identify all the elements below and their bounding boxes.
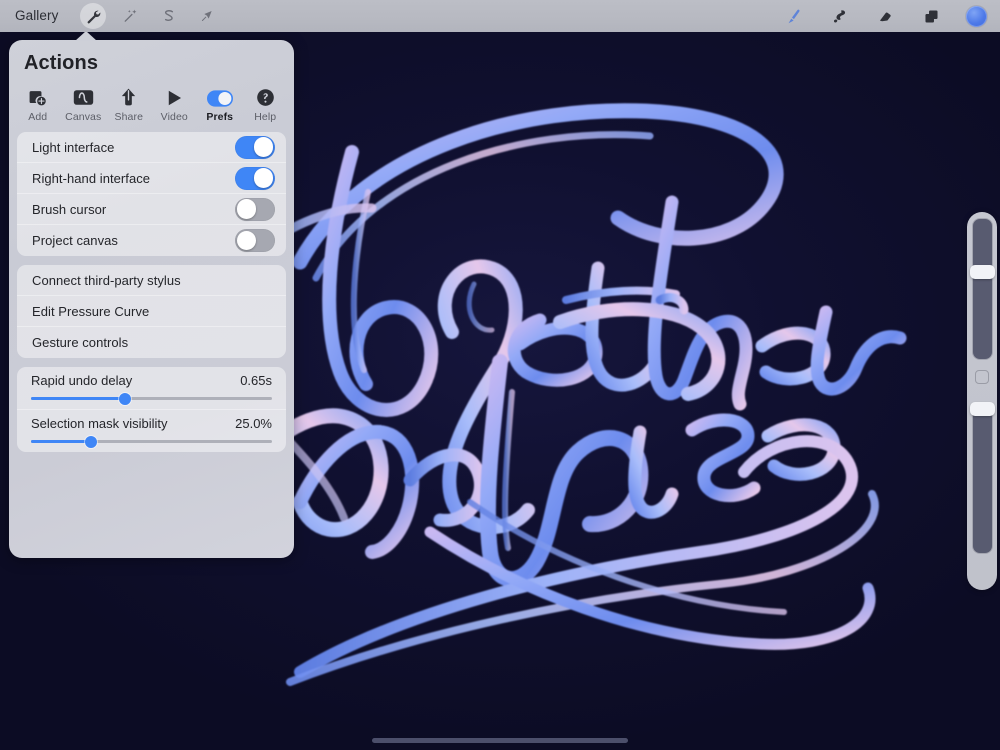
tab-prefs[interactable]: Prefs <box>197 85 243 123</box>
row-brush-cursor[interactable]: Brush cursor <box>17 194 286 225</box>
modify-button[interactable] <box>975 370 989 384</box>
procreate-app: Gallery <box>0 0 1000 750</box>
toggle-knob <box>237 231 256 250</box>
toggle-knob <box>254 137 273 156</box>
top-toolbar: Gallery <box>0 0 1000 32</box>
share-icon <box>120 85 137 107</box>
slider-selection-mask-visibility[interactable]: Selection mask visibility 25.0% <box>17 410 286 452</box>
tab-video[interactable]: Video <box>152 85 198 123</box>
menu-item-label: Edit Pressure Curve <box>32 304 149 319</box>
tab-label: Video <box>161 111 188 123</box>
row-label: Brush cursor <box>32 202 106 217</box>
menu-item-label: Connect third-party stylus <box>32 273 181 288</box>
slider-knob[interactable] <box>85 436 97 448</box>
tab-label: Add <box>28 111 47 123</box>
tab-canvas[interactable]: Canvas <box>61 85 107 123</box>
toggle-knob <box>237 199 256 218</box>
color-swatch[interactable] <box>965 5 988 28</box>
s-selection-icon[interactable] <box>156 3 182 29</box>
slider-knob[interactable] <box>119 393 131 405</box>
arrow-transform-icon[interactable] <box>194 3 220 29</box>
toggle-right-hand-interface[interactable] <box>235 167 275 190</box>
question-icon <box>256 85 275 107</box>
row-light-interface[interactable]: Light interface <box>17 132 286 163</box>
preference-toggles-group: Light interface Right-hand interface Bru… <box>17 132 286 256</box>
gallery-button[interactable]: Gallery <box>10 6 68 27</box>
brush-size-handle[interactable] <box>970 265 995 279</box>
slider-fill <box>31 397 125 400</box>
panel-title: Actions <box>9 40 294 75</box>
eraser-icon[interactable] <box>873 4 897 28</box>
slider-label: Selection mask visibility <box>31 416 168 431</box>
toolbar-left-group: Gallery <box>0 3 220 29</box>
panel-caret <box>75 31 97 41</box>
menu-item-gesture-controls[interactable]: Gesture controls <box>17 327 286 358</box>
tab-add[interactable]: Add <box>15 85 61 123</box>
slider-track[interactable] <box>31 440 272 443</box>
home-indicator <box>372 738 628 743</box>
tab-label: Prefs <box>206 111 233 123</box>
slider-track[interactable] <box>31 397 272 400</box>
canvas-icon <box>73 85 94 107</box>
brush-opacity-slider[interactable] <box>972 406 993 554</box>
toggle-brush-cursor[interactable] <box>235 198 275 221</box>
slider-fill <box>31 440 91 443</box>
preference-sliders-group: Rapid undo delay 0.65s Selection mask vi… <box>17 367 286 452</box>
row-label: Project canvas <box>32 233 118 248</box>
brush-sidebar <box>967 212 997 590</box>
tab-label: Share <box>114 111 143 123</box>
tab-label: Help <box>254 111 276 123</box>
slider-value: 0.65s <box>240 373 272 388</box>
play-icon <box>166 85 183 107</box>
menu-item-connect-stylus[interactable]: Connect third-party stylus <box>17 265 286 296</box>
toolbar-right-group <box>781 4 1000 28</box>
toggle-knob <box>254 168 273 187</box>
slider-header: Selection mask visibility 25.0% <box>31 416 272 431</box>
row-label: Right-hand interface <box>32 171 150 186</box>
magic-wand-icon[interactable] <box>118 3 144 29</box>
row-project-canvas[interactable]: Project canvas <box>17 225 286 256</box>
toggle-icon <box>207 85 233 107</box>
layers-icon[interactable] <box>919 4 943 28</box>
slider-rapid-undo-delay[interactable]: Rapid undo delay 0.65s <box>17 367 286 410</box>
slider-value: 25.0% <box>235 416 272 431</box>
brush-size-slider[interactable] <box>972 218 993 360</box>
toggle-project-canvas[interactable] <box>235 229 275 252</box>
tab-label: Canvas <box>65 111 101 123</box>
paintbrush-icon[interactable] <box>781 4 805 28</box>
add-image-icon <box>28 85 47 107</box>
wrench-icon[interactable] <box>80 3 106 29</box>
preference-actions-group: Connect third-party stylus Edit Pressure… <box>17 265 286 358</box>
brush-opacity-handle[interactable] <box>970 402 995 416</box>
menu-item-label: Gesture controls <box>32 335 128 350</box>
smudge-icon[interactable] <box>827 4 851 28</box>
tab-share[interactable]: Share <box>106 85 152 123</box>
slider-header: Rapid undo delay 0.65s <box>31 373 272 388</box>
menu-item-edit-pressure-curve[interactable]: Edit Pressure Curve <box>17 296 286 327</box>
tab-help[interactable]: Help <box>243 85 289 123</box>
row-right-hand-interface[interactable]: Right-hand interface <box>17 163 286 194</box>
toggle-light-interface[interactable] <box>235 136 275 159</box>
actions-panel: Actions Add <box>9 40 294 558</box>
panel-tabs: Add Canvas Share <box>9 75 294 123</box>
slider-label: Rapid undo delay <box>31 373 132 388</box>
row-label: Light interface <box>32 140 114 155</box>
